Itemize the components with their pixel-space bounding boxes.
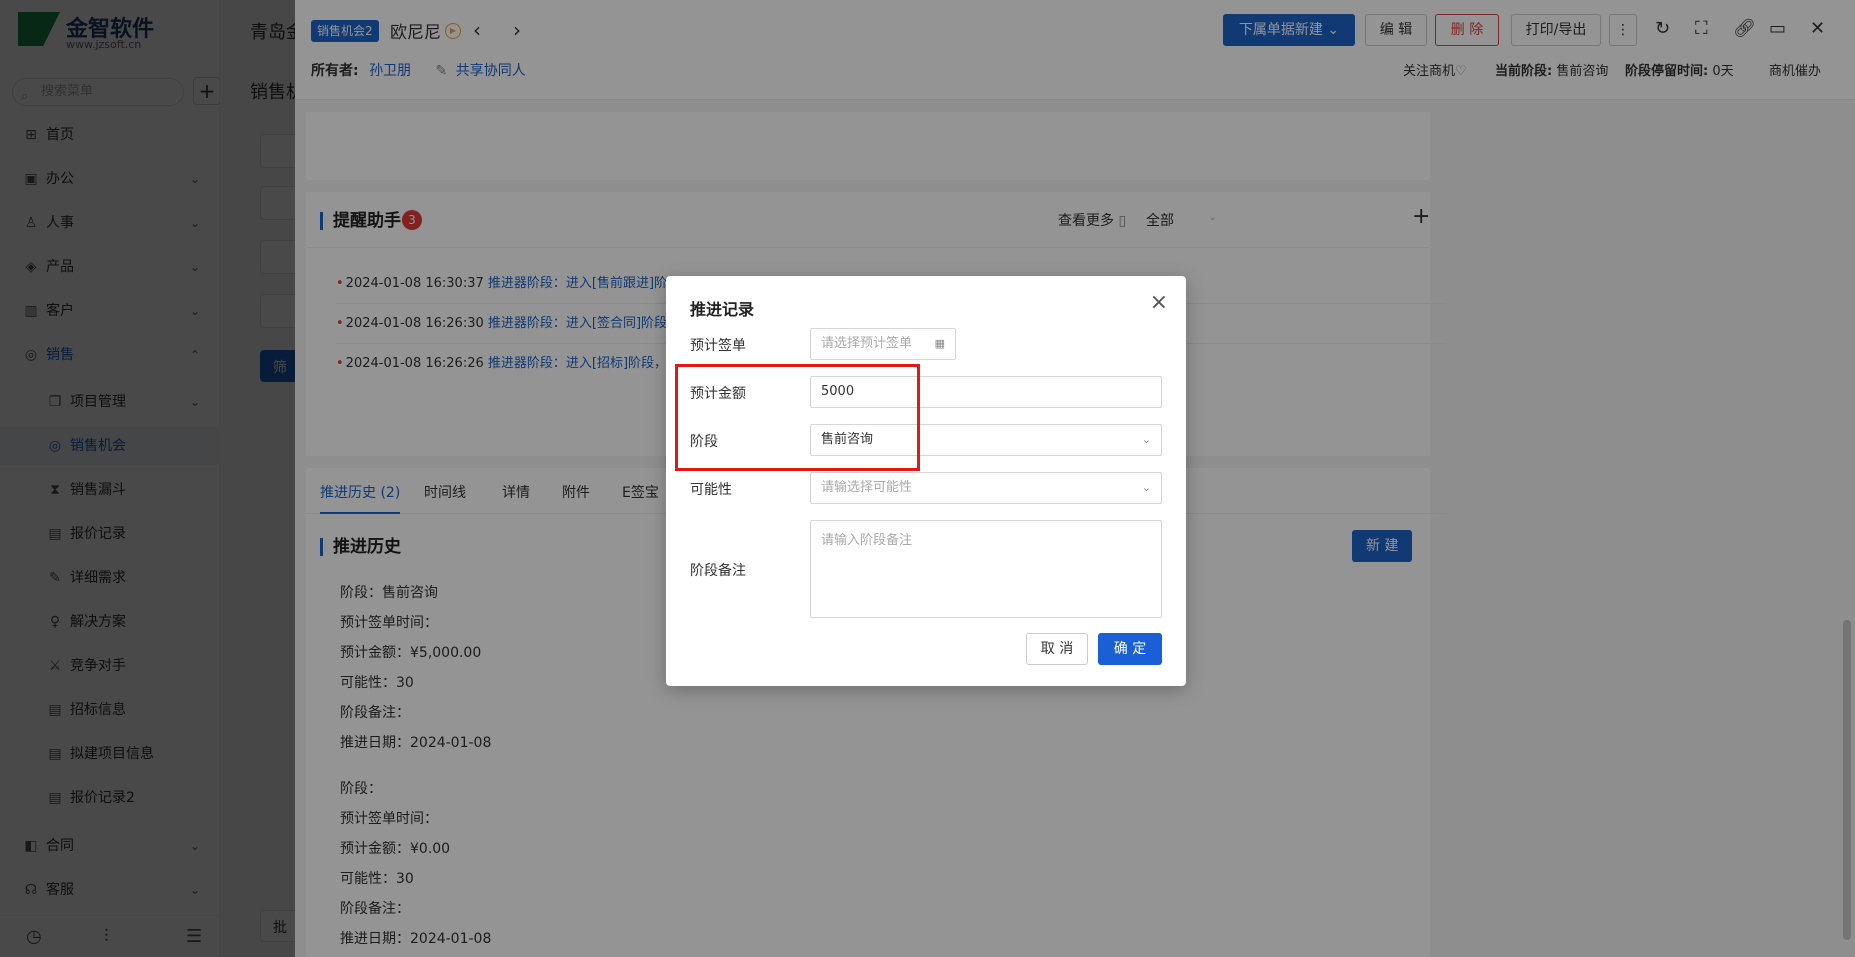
sign-date-label: 预计签单 — [690, 338, 746, 354]
confirm-button[interactable]: 确 定 — [1098, 633, 1162, 665]
chevron-down-icon: ⌄ — [1141, 481, 1151, 494]
advance-record-dialog: 推进记录 × 预计签单 请选择预计签单 ▦ 预计金额 5000 阶段 售前咨询 ⌄ … — [666, 276, 1186, 686]
sign-date-input[interactable]: 请选择预计签单 ▦ — [810, 328, 956, 360]
calendar-icon: ▦ — [934, 337, 945, 350]
note-label: 阶段备注 — [690, 563, 746, 579]
close-icon[interactable]: × — [1150, 290, 1168, 315]
chevron-down-icon: ⌄ — [1141, 433, 1151, 446]
dialog-title: 推进记录 — [690, 300, 755, 319]
highlight-annotation-box — [675, 364, 920, 471]
note-textarea[interactable]: 请输入阶段备注 — [810, 520, 1162, 618]
possibility-select[interactable]: 请输选择可能性 ⌄ — [810, 472, 1162, 504]
possibility-label: 可能性 — [690, 482, 732, 498]
cancel-button[interactable]: 取 消 — [1026, 633, 1088, 665]
